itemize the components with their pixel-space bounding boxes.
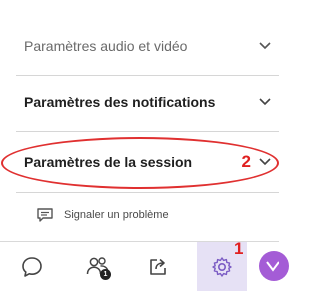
tab-attendees[interactable]: 1 bbox=[76, 242, 120, 291]
annotation-ellipse bbox=[1, 137, 279, 189]
annotation-number-1: 1 bbox=[234, 239, 244, 258]
attendees-icon: 1 bbox=[85, 255, 111, 280]
session-settings-panel: Paramètres audio et vidéo Paramètres des… bbox=[0, 0, 289, 291]
settings-item-label: Paramètres audio et vidéo bbox=[24, 38, 188, 54]
tab-chat[interactable] bbox=[10, 242, 54, 291]
gear-icon bbox=[210, 255, 234, 279]
tab-bar: 1 1 bbox=[0, 239, 279, 291]
divider bbox=[16, 131, 279, 132]
share-icon bbox=[146, 255, 170, 279]
feedback-icon bbox=[36, 207, 54, 223]
report-problem-link[interactable]: Signaler un problème bbox=[36, 204, 169, 226]
chat-icon bbox=[20, 255, 44, 279]
tab-settings[interactable]: 1 bbox=[197, 239, 247, 291]
settings-item-label: Paramètres des notifications bbox=[24, 94, 216, 110]
tab-share-content[interactable] bbox=[136, 242, 180, 291]
more-menu-button[interactable] bbox=[259, 251, 289, 281]
divider bbox=[16, 75, 279, 76]
chevron-down-icon bbox=[257, 94, 273, 110]
settings-item-audio-video[interactable]: Paramètres audio et vidéo bbox=[24, 32, 273, 60]
divider bbox=[16, 192, 279, 193]
chevron-down-icon bbox=[257, 38, 273, 54]
settings-item-notifications[interactable]: Paramètres des notifications bbox=[24, 88, 273, 116]
attendees-count-badge: 1 bbox=[100, 268, 111, 280]
report-problem-label: Signaler un problème bbox=[64, 209, 169, 221]
more-menu-icon bbox=[265, 258, 279, 274]
